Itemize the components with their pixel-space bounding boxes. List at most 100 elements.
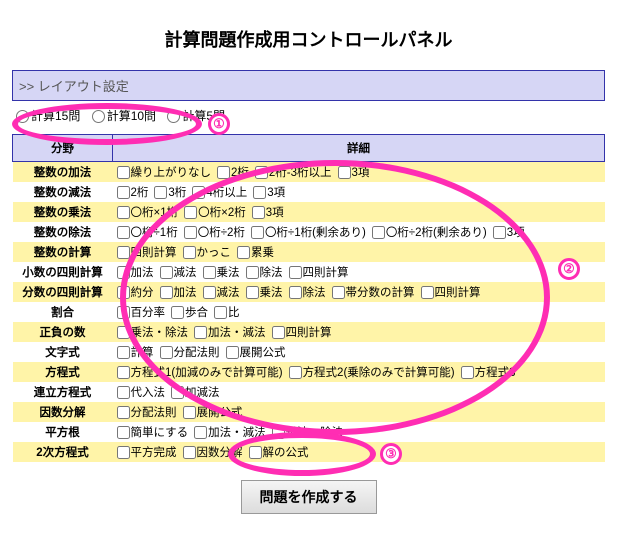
checkbox-input[interactable] (117, 286, 130, 299)
option-checkbox[interactable]: 〇桁×2桁 (184, 207, 246, 219)
checkbox-input[interactable] (160, 346, 173, 359)
option-checkbox[interactable]: 計算 (117, 347, 154, 359)
checkbox-input[interactable] (183, 446, 196, 459)
option-checkbox[interactable]: 〇桁÷1桁(剰余あり) (251, 227, 366, 239)
checkbox-input[interactable] (117, 246, 130, 259)
option-checkbox[interactable]: 除法 (246, 267, 283, 279)
option-checkbox[interactable]: 四則計算 (421, 287, 481, 299)
option-checkbox[interactable]: 歩合 (171, 307, 208, 319)
checkbox-input[interactable] (252, 206, 265, 219)
checkbox-input[interactable] (117, 346, 130, 359)
checkbox-input[interactable] (338, 166, 351, 179)
option-checkbox[interactable]: 4桁以上 (192, 187, 247, 199)
checkbox-input[interactable] (117, 426, 130, 439)
option-checkbox[interactable]: 百分率 (117, 307, 166, 319)
option-checkbox[interactable]: 〇桁×1桁 (117, 207, 179, 219)
option-checkbox[interactable]: 解の公式 (249, 447, 309, 459)
radio-5-input[interactable] (167, 110, 180, 123)
checkbox-input[interactable] (217, 166, 230, 179)
radio-15-input[interactable] (16, 110, 29, 123)
option-checkbox[interactable]: 方程式3 (461, 367, 516, 379)
checkbox-input[interactable] (289, 286, 302, 299)
option-checkbox[interactable]: 四則計算 (289, 267, 349, 279)
option-checkbox[interactable]: 方程式2(乗除のみで計算可能) (289, 367, 455, 379)
option-checkbox[interactable]: 分配法則 (160, 347, 220, 359)
option-checkbox[interactable]: 方程式1(加減のみで計算可能) (117, 367, 283, 379)
option-checkbox[interactable]: 約分 (117, 287, 154, 299)
checkbox-input[interactable] (289, 266, 302, 279)
option-checkbox[interactable]: 乗法・除法 (117, 327, 189, 339)
option-checkbox[interactable]: 3項 (252, 207, 284, 219)
option-checkbox[interactable]: 簡単にする (117, 427, 189, 439)
option-checkbox[interactable]: 2桁-3桁以上 (255, 167, 332, 179)
checkbox-input[interactable] (289, 366, 302, 379)
radio-15[interactable]: 計算15問 (16, 109, 80, 123)
option-checkbox[interactable]: 加法・減法 (194, 327, 266, 339)
checkbox-input[interactable] (246, 286, 259, 299)
radio-10[interactable]: 計算10問 (92, 109, 156, 123)
option-checkbox[interactable]: 2桁 (117, 187, 149, 199)
option-checkbox[interactable]: 四則計算 (117, 247, 177, 259)
checkbox-input[interactable] (183, 246, 196, 259)
checkbox-input[interactable] (246, 266, 259, 279)
option-checkbox[interactable]: 〇桁÷2桁(剰余あり) (372, 227, 487, 239)
option-checkbox[interactable]: 除法 (289, 287, 326, 299)
checkbox-input[interactable] (251, 226, 264, 239)
option-checkbox[interactable]: 帯分数の計算 (332, 287, 415, 299)
checkbox-input[interactable] (171, 386, 184, 399)
option-checkbox[interactable]: 加減法 (171, 387, 220, 399)
checkbox-input[interactable] (421, 286, 434, 299)
checkbox-input[interactable] (183, 406, 196, 419)
option-checkbox[interactable]: 減法 (203, 287, 240, 299)
option-checkbox[interactable]: 減法 (160, 267, 197, 279)
checkbox-input[interactable] (117, 406, 130, 419)
option-checkbox[interactable]: 展開公式 (183, 407, 243, 419)
option-checkbox[interactable]: 加法 (160, 287, 197, 299)
checkbox-input[interactable] (203, 266, 216, 279)
option-checkbox[interactable]: 展開公式 (226, 347, 286, 359)
checkbox-input[interactable] (117, 226, 130, 239)
checkbox-input[interactable] (117, 186, 130, 199)
checkbox-input[interactable] (117, 386, 130, 399)
radio-5[interactable]: 計算5問 (167, 109, 225, 123)
option-checkbox[interactable]: 繰り上がりなし (117, 167, 212, 179)
checkbox-input[interactable] (117, 306, 130, 319)
checkbox-input[interactable] (117, 166, 130, 179)
create-button[interactable]: 問題を作成する (241, 480, 377, 514)
option-checkbox[interactable]: 因数分解 (183, 447, 243, 459)
option-checkbox[interactable]: 2桁 (217, 167, 249, 179)
option-checkbox[interactable]: 代入法 (117, 387, 166, 399)
checkbox-input[interactable] (160, 266, 173, 279)
option-checkbox[interactable]: 3項 (253, 187, 285, 199)
option-checkbox[interactable]: 加法 (117, 267, 154, 279)
option-checkbox[interactable]: 平方完成 (117, 447, 177, 459)
checkbox-input[interactable] (117, 366, 130, 379)
checkbox-input[interactable] (194, 326, 207, 339)
option-checkbox[interactable]: 乗法・除法 (272, 427, 344, 439)
checkbox-input[interactable] (117, 326, 130, 339)
option-checkbox[interactable]: 3項 (493, 227, 525, 239)
checkbox-input[interactable] (154, 186, 167, 199)
checkbox-input[interactable] (184, 226, 197, 239)
checkbox-input[interactable] (272, 326, 285, 339)
checkbox-input[interactable] (226, 346, 239, 359)
checkbox-input[interactable] (117, 446, 130, 459)
checkbox-input[interactable] (184, 206, 197, 219)
option-checkbox[interactable]: 比 (214, 307, 240, 319)
checkbox-input[interactable] (117, 266, 130, 279)
option-checkbox[interactable]: 分配法則 (117, 407, 177, 419)
option-checkbox[interactable]: 3項 (338, 167, 370, 179)
option-checkbox[interactable]: 乗法 (203, 267, 240, 279)
option-checkbox[interactable]: 〇桁÷2桁 (184, 227, 245, 239)
radio-10-input[interactable] (92, 110, 105, 123)
checkbox-input[interactable] (203, 286, 216, 299)
option-checkbox[interactable]: 加法・減法 (194, 427, 266, 439)
option-checkbox[interactable]: 〇桁÷1桁 (117, 227, 178, 239)
option-checkbox[interactable]: 3桁 (154, 187, 186, 199)
checkbox-input[interactable] (332, 286, 345, 299)
checkbox-input[interactable] (214, 306, 227, 319)
checkbox-input[interactable] (194, 426, 207, 439)
checkbox-input[interactable] (272, 426, 285, 439)
checkbox-input[interactable] (192, 186, 205, 199)
layout-settings-bar[interactable]: >> レイアウト設定 (12, 70, 605, 101)
